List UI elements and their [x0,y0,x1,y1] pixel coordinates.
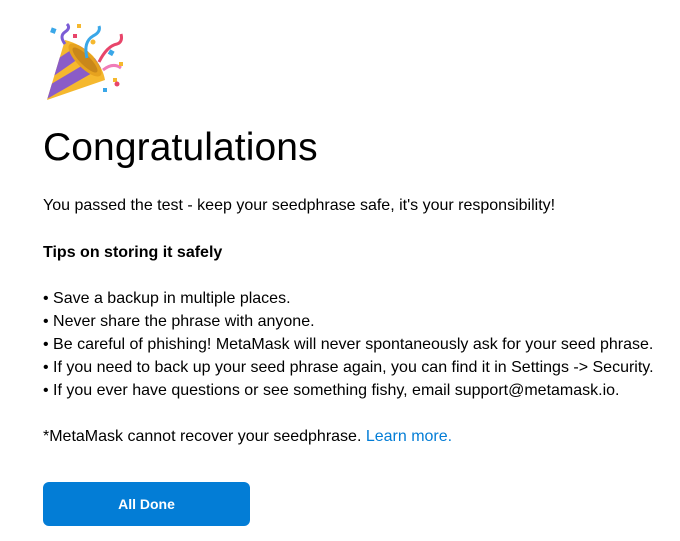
tip-item: • If you ever have questions or see some… [43,382,620,399]
tips-heading: Tips on storing it safely [43,244,223,261]
tip-item: • Be careful of phishing! MetaMask will … [43,336,654,353]
congratulations-page: Congratulations You passed the test - ke… [43,22,673,448]
tips-list: • Save a backup in multiple places. • Ne… [43,287,673,402]
learn-more-link[interactable]: Learn more. [366,428,452,445]
disclaimer: *MetaMask cannot recover your seedphrase… [43,426,673,448]
intro-text: You passed the test - keep your seedphra… [43,197,556,214]
page-title: Congratulations [43,126,318,169]
tip-item: • Never share the phrase with anyone. [43,313,315,330]
disclaimer-text: *MetaMask cannot recover your seedphrase… [43,428,366,445]
all-done-button[interactable]: All Done [43,482,250,526]
tip-item: • If you need to back up your seed phras… [43,359,654,376]
tip-item: • Save a backup in multiple places. [43,290,291,307]
party-popper-icon [47,22,123,100]
